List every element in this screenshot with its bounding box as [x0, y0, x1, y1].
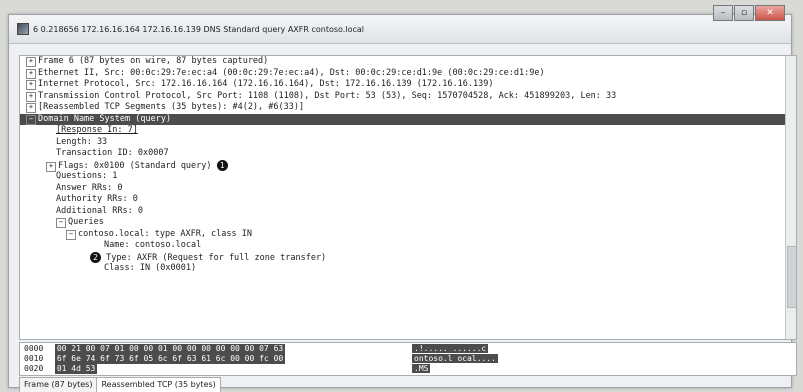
- tree-row-text: Transmission Control Protocol, Src Port:…: [38, 90, 617, 101]
- collapse-icon[interactable]: −: [26, 114, 36, 125]
- close-button[interactable]: ✕: [755, 5, 785, 21]
- tree-row-text: Name: contoso.local: [104, 240, 202, 250]
- tree-row-answer-rrs[interactable]: Answer RRs: 0: [20, 183, 796, 195]
- tree-row-reassembled[interactable]: + [Reassembled TCP Segments (35 bytes): #…: [20, 102, 796, 114]
- tree-row-text: contoso.local: type AXFR, class IN: [78, 228, 252, 239]
- hex-offset: 0010: [24, 354, 44, 363]
- hex-ascii: .!..... ......c: [412, 344, 489, 354]
- packet-window: 6 0.218656 172.16.16.164 172.16.16.139 D…: [8, 5, 797, 392]
- tree-row-name[interactable]: Name: contoso.local: [20, 240, 796, 252]
- hex-dump-pane[interactable]: 0000 00 21 00 07 01 00 00 01 00 00 00 00…: [19, 342, 797, 376]
- tree-row-additional-rrs[interactable]: Additional RRs: 0: [20, 206, 796, 218]
- tree-row-text: Questions: 1: [56, 171, 118, 181]
- details-scrollbar[interactable]: [785, 56, 796, 339]
- tree-row-text: Flags: 0x0100 (Standard query): [58, 160, 212, 171]
- hex-line[interactable]: 0000 00 21 00 07 01 00 00 01 00 00 00 00…: [24, 344, 489, 354]
- tree-row-frame[interactable]: + Frame 6 (87 bytes on wire, 87 bytes cap…: [20, 56, 796, 68]
- annotation-marker-1: 1: [216, 159, 228, 171]
- hex-ascii-text: ontoso.l ocal....: [412, 354, 498, 363]
- expand-icon[interactable]: +: [26, 57, 36, 67]
- tree-row-text: Class: IN (0x0001): [104, 263, 197, 273]
- tree-row-text: Answer RRs: 0: [56, 182, 123, 193]
- tree-row-questions[interactable]: Questions: 1: [20, 171, 796, 183]
- tree-row-class[interactable]: Class: IN (0x0001): [20, 263, 796, 275]
- tree-row-text: Type: AXFR (Request for full zone transf…: [106, 252, 327, 263]
- hex-bytes: 01 4d 53: [54, 364, 98, 374]
- tree-row-text: Internet Protocol, Src: 172.16.16.164 (1…: [38, 79, 494, 89]
- tree-row-authority-rrs[interactable]: Authority RRs: 0: [20, 194, 796, 206]
- hex-ascii: .MS: [412, 364, 431, 374]
- tree-row-tcp[interactable]: + Transmission Control Protocol, Src Port…: [20, 91, 796, 103]
- hex-ascii-text: .MS: [412, 364, 431, 373]
- tree-row-text: Additional RRs: 0: [56, 205, 143, 216]
- hex-ascii-text: .!..... ......c: [412, 344, 489, 353]
- tree-row-dns-selected[interactable]: − Domain Name System (query): [20, 113, 796, 125]
- tree-row-response-in[interactable]: [Response In: 7]: [20, 125, 796, 137]
- minimize-button[interactable]: –: [713, 5, 733, 21]
- tab-frame[interactable]: Frame (87 bytes): [19, 377, 98, 392]
- window-controls: – ▫ ✕: [712, 5, 785, 21]
- tree-row-text: Domain Name System (query): [38, 113, 172, 124]
- hex-offset: 0020: [24, 364, 44, 373]
- expand-icon[interactable]: +: [26, 68, 36, 79]
- tree-row-text: Length: 33: [56, 136, 108, 147]
- details-scroll-thumb[interactable]: [787, 246, 796, 308]
- tree-row-queries[interactable]: − Queries: [20, 217, 796, 229]
- tree-row-ip[interactable]: + Internet Protocol, Src: 172.16.16.164 (…: [20, 79, 796, 91]
- tree-row-text: Ethernet II, Src: 00:0c:29:7e:ec:a4 (00:…: [38, 67, 545, 78]
- response-link[interactable]: [Response In: 7]: [56, 125, 138, 135]
- hex-offset: 0000: [24, 344, 44, 353]
- hex-ascii: ontoso.l ocal....: [412, 354, 498, 364]
- expand-icon[interactable]: +: [46, 161, 56, 172]
- tree-row-query-contoso[interactable]: − contoso.local: type AXFR, class IN: [20, 229, 796, 241]
- window-title: 6 0.218656 172.16.16.164 172.16.16.139 D…: [33, 24, 364, 34]
- collapse-icon[interactable]: −: [56, 218, 66, 228]
- app-icon: [17, 23, 29, 35]
- tree-row-ethernet[interactable]: + Ethernet II, Src: 00:0c:29:7e:ec:a4 (00…: [20, 68, 796, 80]
- tab-reassembled-tcp[interactable]: Reassembled TCP (35 bytes): [96, 377, 221, 392]
- tree-row-text: [Reassembled TCP Segments (35 bytes): #4…: [38, 102, 305, 112]
- expand-icon[interactable]: +: [26, 103, 36, 113]
- tree-row-text: Queries: [68, 217, 104, 227]
- tree-row-type[interactable]: 2 Type: AXFR (Request for full zone tran…: [20, 251, 796, 264]
- tree-row-transaction-id[interactable]: Transaction ID: 0x0007: [20, 148, 796, 160]
- tree-row-flags[interactable]: + Flags: 0x0100 (Standard query) 1: [20, 159, 796, 172]
- hex-bytes: 6f 6e 74 6f 73 6f 05 6c 6f 63 61 6c 00 0…: [54, 354, 286, 364]
- tree-row-text: Frame 6 (87 bytes on wire, 87 bytes capt…: [38, 56, 269, 66]
- expand-icon[interactable]: +: [26, 91, 36, 102]
- tree-row-text: Transaction ID: 0x0007: [56, 148, 169, 158]
- tree-row-length[interactable]: Length: 33: [20, 137, 796, 149]
- tree-row-text: Authority RRs: 0: [56, 194, 138, 204]
- packet-details-pane[interactable]: + Frame 6 (87 bytes on wire, 87 bytes cap…: [19, 55, 797, 340]
- maximize-button[interactable]: ▫: [734, 5, 754, 21]
- annotation-marker-2: 2: [90, 251, 101, 263]
- bytes-tabs: Frame (87 bytes) Reassembled TCP (35 byt…: [19, 377, 221, 392]
- collapse-icon[interactable]: −: [66, 229, 76, 240]
- hex-line[interactable]: 0020 01 4d 53 .MS: [24, 364, 431, 374]
- window-titlebar: 6 0.218656 172.16.16.164 172.16.16.139 D…: [9, 15, 791, 44]
- hex-line[interactable]: 0010 6f 6e 74 6f 73 6f 05 6c 6f 63 61 6c…: [24, 354, 498, 364]
- hex-bytes: 00 21 00 07 01 00 00 01 00 00 00 00 00 0…: [54, 344, 286, 354]
- expand-icon[interactable]: +: [26, 80, 36, 90]
